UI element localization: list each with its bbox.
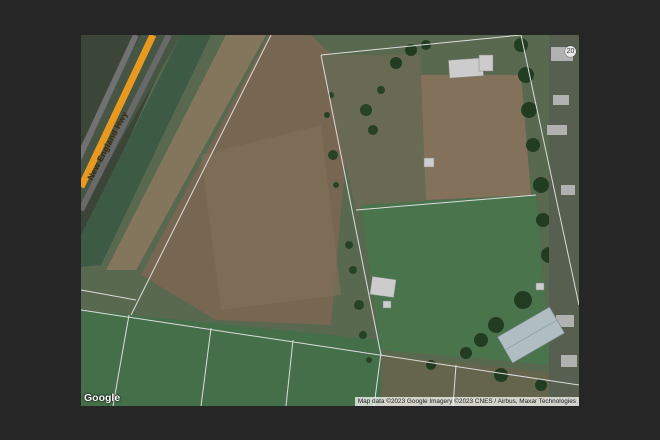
house-number-marker: 20	[565, 46, 576, 57]
satellite-imagery	[81, 35, 579, 406]
google-logo[interactable]: Google	[84, 392, 120, 404]
map-viewport[interactable]: New England Hwy 20 Google Map data ©2023…	[81, 35, 579, 406]
map-attribution[interactable]: Map data ©2023 Google Imagery ©2023 CNES…	[354, 397, 579, 406]
